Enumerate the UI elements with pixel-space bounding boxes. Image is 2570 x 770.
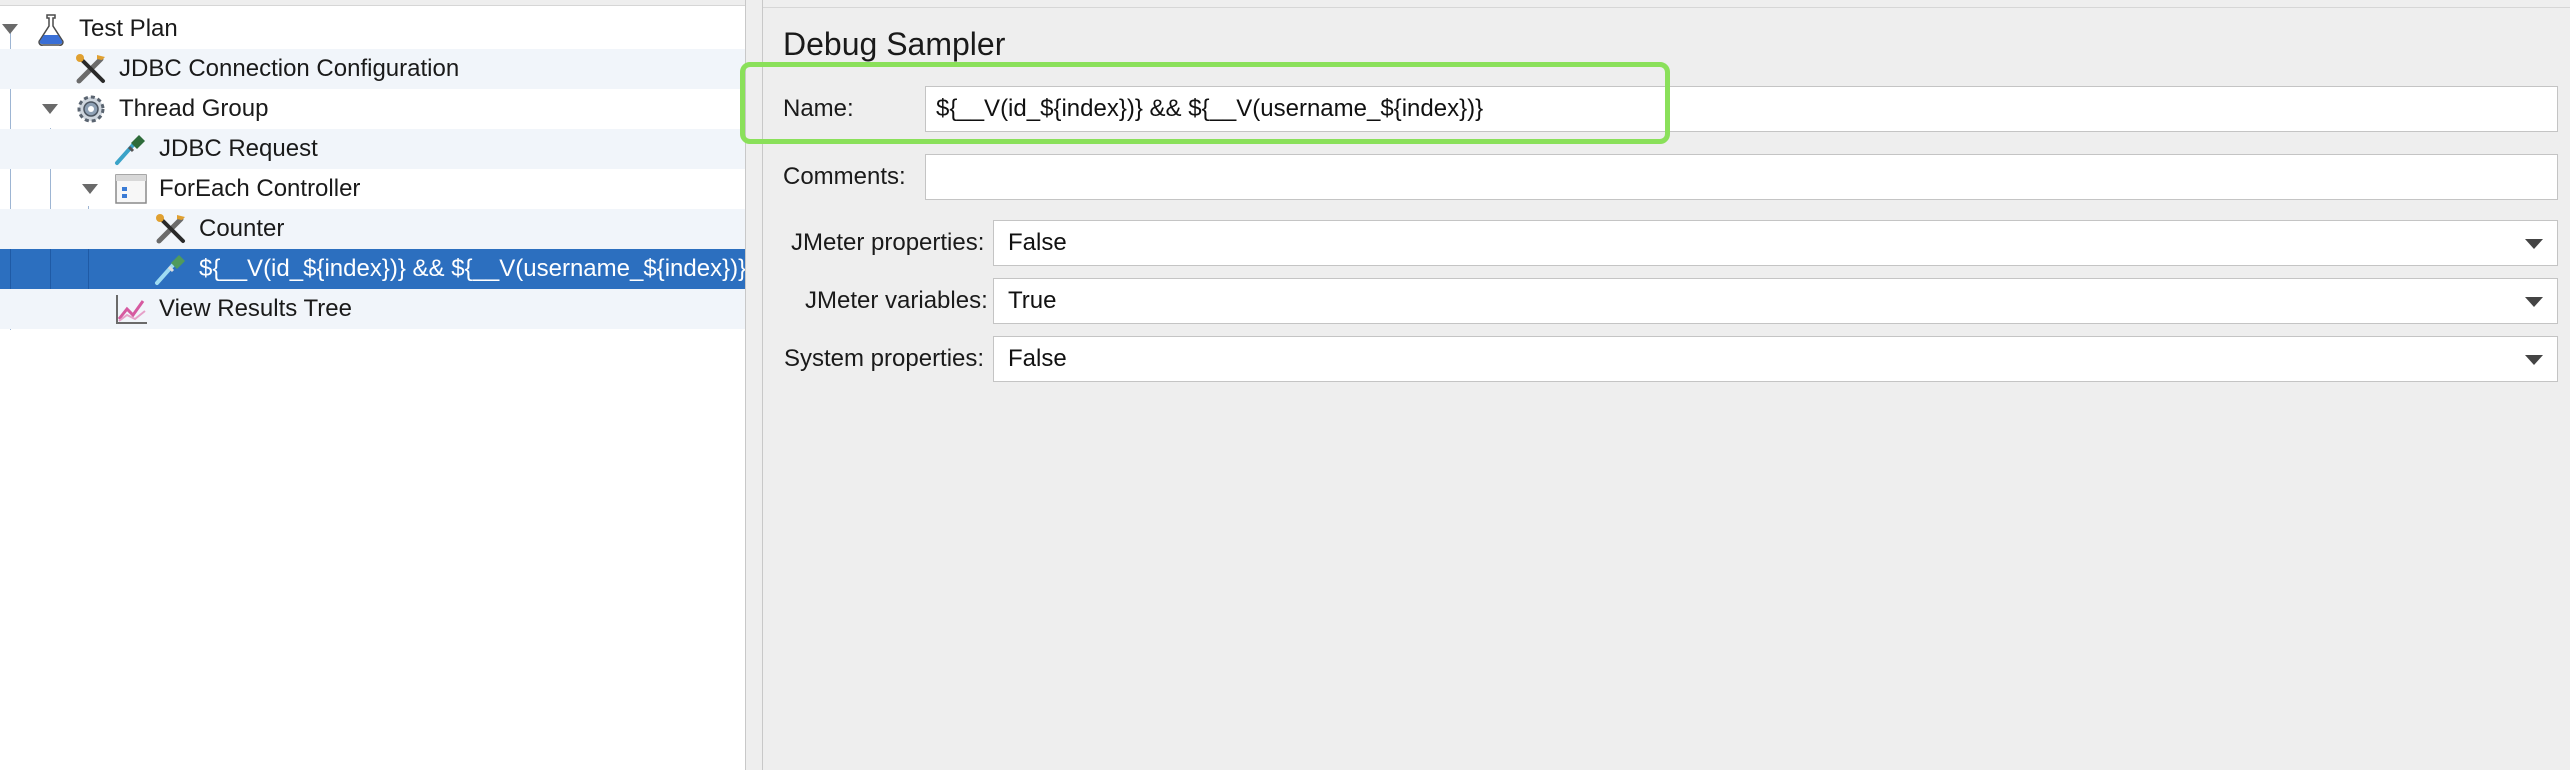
tree-item-jdbc-connection-configuration[interactable]: JDBC Connection Configuration bbox=[0, 49, 745, 89]
config-tools-icon bbox=[73, 51, 109, 87]
tree-guide-line bbox=[50, 249, 51, 289]
jmeter-variables-select[interactable]: True bbox=[993, 278, 2558, 324]
tree-item-label: ${__V(id_${index})} && ${__V(username_${… bbox=[199, 255, 747, 282]
tree-guide-line bbox=[88, 249, 89, 289]
page-title: Debug Sampler bbox=[783, 26, 1006, 62]
tree-item-label: View Results Tree bbox=[159, 295, 352, 322]
tree-item-label: Counter bbox=[199, 215, 285, 242]
sampler-pipette-icon bbox=[113, 131, 149, 167]
system-properties-select[interactable]: False bbox=[993, 336, 2558, 382]
tree-item-view-results-tree[interactable]: View Results Tree bbox=[0, 289, 745, 329]
tree-item-jdbc-request[interactable]: JDBC Request bbox=[0, 129, 745, 169]
tree-item-label: JDBC Connection Configuration bbox=[119, 55, 460, 82]
tree-item-label: Thread Group bbox=[119, 95, 269, 122]
test-plan-tree: Test Plan JDBC Connection Configuration … bbox=[0, 0, 747, 770]
collapse-toggle-icon[interactable] bbox=[82, 184, 98, 194]
jmeter-variables-value: True bbox=[1008, 287, 1057, 314]
thread-group-gear-icon bbox=[73, 91, 109, 127]
jmeter-properties-label: JMeter properties: bbox=[791, 229, 985, 256]
sampler-pipette-icon bbox=[153, 251, 189, 287]
tree-item-thread-group[interactable]: Thread Group bbox=[0, 89, 745, 129]
jmeter-variables-label: JMeter variables: bbox=[805, 287, 988, 314]
tree-guide-line bbox=[10, 249, 11, 289]
name-field-highlight-box bbox=[740, 62, 1670, 144]
tree-item-foreach-controller[interactable]: ForEach Controller bbox=[0, 169, 745, 209]
tree-item-label: Test Plan bbox=[79, 15, 178, 42]
jmeter-properties-select[interactable]: False bbox=[993, 220, 2558, 266]
test-plan-flask-icon bbox=[33, 11, 69, 47]
system-properties-label: System properties: bbox=[784, 345, 985, 372]
tree-item-test-plan[interactable]: Test Plan bbox=[0, 9, 745, 49]
controller-icon bbox=[113, 171, 149, 207]
config-tools-icon bbox=[153, 211, 189, 247]
tree-top-border bbox=[0, 0, 745, 6]
system-properties-value: False bbox=[1008, 345, 1067, 372]
tree-item-debug-sampler[interactable]: ${__V(id_${index})} && ${__V(username_${… bbox=[0, 249, 747, 289]
tree-item-label: JDBC Request bbox=[159, 135, 318, 162]
jmeter-properties-value: False bbox=[1008, 229, 1067, 256]
chevron-down-icon[interactable] bbox=[2525, 239, 2543, 249]
comments-input[interactable] bbox=[925, 154, 2558, 200]
listener-graph-icon bbox=[113, 291, 149, 327]
chevron-down-icon[interactable] bbox=[2525, 355, 2543, 365]
tree-item-counter[interactable]: Counter bbox=[0, 209, 745, 249]
tree-item-label: ForEach Controller bbox=[159, 175, 361, 202]
collapse-toggle-icon[interactable] bbox=[2, 24, 18, 34]
chevron-down-icon[interactable] bbox=[2525, 297, 2543, 307]
panel-top-border bbox=[763, 0, 2570, 8]
comments-label: Comments: bbox=[783, 163, 906, 190]
collapse-toggle-icon[interactable] bbox=[42, 104, 58, 114]
